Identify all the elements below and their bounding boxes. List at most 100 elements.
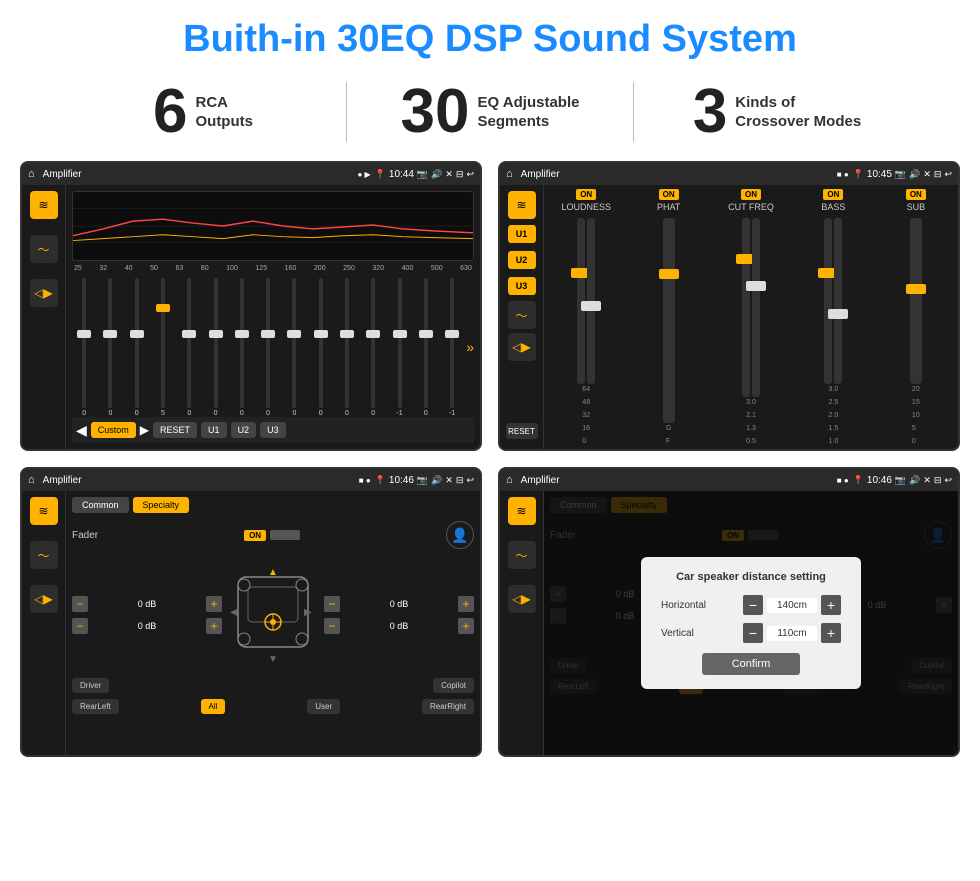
dot-icons-3: ■ ● <box>359 476 371 485</box>
slider-13: -1 <box>387 276 411 417</box>
stat-text-rca: RCAOutputs <box>195 93 253 132</box>
user-btn[interactable]: User <box>307 699 340 714</box>
db-plus-rr[interactable]: + <box>458 618 474 634</box>
status-bar-3: ⌂ Amplifier ■ ● 📍 10:46 📷 🔊 ✕ ⊟ ↩ <box>22 469 480 491</box>
rearright-btn[interactable]: RearRight <box>422 699 474 714</box>
wave-icon-4[interactable]: 〜 <box>508 541 536 569</box>
screen-fader: ⌂ Amplifier ■ ● 📍 10:46 📷 🔊 ✕ ⊟ ↩ ≋ 〜 ◁▶ <box>20 467 482 757</box>
all-btn[interactable]: All <box>201 699 226 714</box>
eq-icon[interactable]: ≋ <box>30 191 58 219</box>
tab-specialty[interactable]: Specialty <box>133 497 190 513</box>
slider-8: 0 <box>256 276 280 417</box>
home-icon-3: ⌂ <box>28 474 35 486</box>
slider-cutfreq-2[interactable] <box>752 218 760 397</box>
stat-rca: 6 RCAOutputs <box>60 81 346 143</box>
on-badge-cutfreq: ON <box>741 189 761 200</box>
eq-icon-3[interactable]: ≋ <box>30 497 58 525</box>
db-plus-fr[interactable]: + <box>458 596 474 612</box>
horizontal-label: Horizontal <box>661 600 721 611</box>
slider-loudness-2[interactable] <box>587 218 595 384</box>
speaker-icon-3[interactable]: ◁▶ <box>30 585 58 613</box>
u3-preset-btn[interactable]: U3 <box>508 277 536 295</box>
fader-left: − 0 dB + − 0 dB + <box>72 596 222 634</box>
vertical-plus-btn[interactable]: + <box>821 623 841 643</box>
back-icon-4: ↩ <box>944 475 952 486</box>
db-row-rl: − 0 dB + <box>72 618 222 634</box>
slider-cutfreq-1[interactable] <box>742 218 750 397</box>
camera-icon-2: 📷 <box>895 169 906 180</box>
volume-icon-4: 🔊 <box>909 475 920 486</box>
status-bar-1: ⌂ Amplifier ● ▶ 📍 10:44 📷 🔊 ✕ ⊟ ↩ <box>22 163 480 185</box>
fader-label: Fader <box>72 530 98 541</box>
close-icon-2: ✕ <box>923 169 931 180</box>
db-value-fr: 0 dB <box>344 599 454 609</box>
eq-u1-btn[interactable]: U1 <box>201 422 227 438</box>
db-row-fr: − 0 dB + <box>324 596 474 612</box>
home-icon-4: ⌂ <box>506 474 513 486</box>
slider-9: 0 <box>282 276 306 417</box>
confirm-button[interactable]: Confirm <box>702 653 801 675</box>
wave-icon[interactable]: 〜 <box>30 235 58 263</box>
minimize-icon-3: ⊟ <box>456 475 464 486</box>
db-minus-fr[interactable]: − <box>324 596 340 612</box>
eq-labels: 253240506380100125160200250320400500630 <box>72 265 474 272</box>
slider-phat[interactable] <box>663 218 675 423</box>
eq-bottom-bar: ◀ Custom ▶ RESET U1 U2 U3 <box>72 417 474 443</box>
eq-u2-btn[interactable]: U2 <box>231 422 257 438</box>
wave-icon-2[interactable]: 〜 <box>508 301 536 329</box>
dot-icons-2: ■ ● <box>837 170 849 179</box>
eq-prev-btn[interactable]: ◀ <box>76 422 87 439</box>
speaker-icon-2[interactable]: ◁▶ <box>508 333 536 361</box>
copilot-btn[interactable]: Copilot <box>433 678 474 693</box>
db-minus-rr[interactable]: − <box>324 618 340 634</box>
horizontal-minus-btn[interactable]: − <box>743 595 763 615</box>
on-badge-phat: ON <box>659 189 679 200</box>
db-plus-fl[interactable]: + <box>206 596 222 612</box>
u2-preset-btn[interactable]: U2 <box>508 251 536 269</box>
speaker-icon[interactable]: ◁▶ <box>30 279 58 307</box>
eq-graph <box>72 191 474 261</box>
eq-arrows[interactable]: » <box>466 339 474 355</box>
slider-bass-1[interactable] <box>824 218 832 384</box>
db-value-rl: 0 dB <box>92 621 202 631</box>
modal-overlay: Car speaker distance setting Horizontal … <box>544 491 958 755</box>
section-cutfreq: ON CUT FREQ 3.02.11.30.5 <box>713 189 789 445</box>
horizontal-plus-btn[interactable]: + <box>821 595 841 615</box>
vertical-control: − 110cm + <box>743 623 841 643</box>
driver-btn[interactable]: Driver <box>72 678 109 693</box>
vertical-row: Vertical − 110cm + <box>661 623 841 643</box>
location-icon-2: 📍 <box>853 169 864 180</box>
eq-custom-btn[interactable]: Custom <box>91 422 136 438</box>
eq-u3-btn[interactable]: U3 <box>260 422 286 438</box>
eq-reset-btn[interactable]: RESET <box>153 422 197 438</box>
speaker-icon-4[interactable]: ◁▶ <box>508 585 536 613</box>
main-title: Buith-in 30EQ DSP Sound System <box>0 0 980 71</box>
slider-bass-2[interactable] <box>834 218 842 384</box>
eq-sliders: 0 0 0 5 0 0 0 0 0 0 0 0 -1 0 -1 » <box>72 276 474 417</box>
db-minus-rl[interactable]: − <box>72 618 88 634</box>
on-badge-loudness: ON <box>576 189 596 200</box>
slider-sub[interactable] <box>910 218 922 384</box>
tab-common[interactable]: Common <box>72 497 129 513</box>
fader-slider[interactable] <box>270 530 300 540</box>
slider-2: 0 <box>98 276 122 417</box>
eq-icon-2[interactable]: ≋ <box>508 191 536 219</box>
rearleft-btn[interactable]: RearLeft <box>72 699 119 714</box>
fader-buttons-row: Driver Copilot <box>72 678 474 693</box>
db-plus-rl[interactable]: + <box>206 618 222 634</box>
horizontal-control: − 140cm + <box>743 595 841 615</box>
time-2: 10:45 <box>867 169 892 180</box>
wave-icon-3[interactable]: 〜 <box>30 541 58 569</box>
u1-preset-btn[interactable]: U1 <box>508 225 536 243</box>
db-value-rr: 0 dB <box>344 621 454 631</box>
eq-play-btn[interactable]: ▶ <box>140 423 149 437</box>
reset-btn-left[interactable]: RESET <box>506 423 538 439</box>
slider-14: 0 <box>414 276 438 417</box>
volume-icon-1: 🔊 <box>431 169 442 180</box>
slider-7: 0 <box>230 276 254 417</box>
label-bass: BASS <box>821 202 845 212</box>
slider-3: 0 <box>125 276 149 417</box>
db-minus-fl[interactable]: − <box>72 596 88 612</box>
vertical-minus-btn[interactable]: − <box>743 623 763 643</box>
eq-icon-4[interactable]: ≋ <box>508 497 536 525</box>
